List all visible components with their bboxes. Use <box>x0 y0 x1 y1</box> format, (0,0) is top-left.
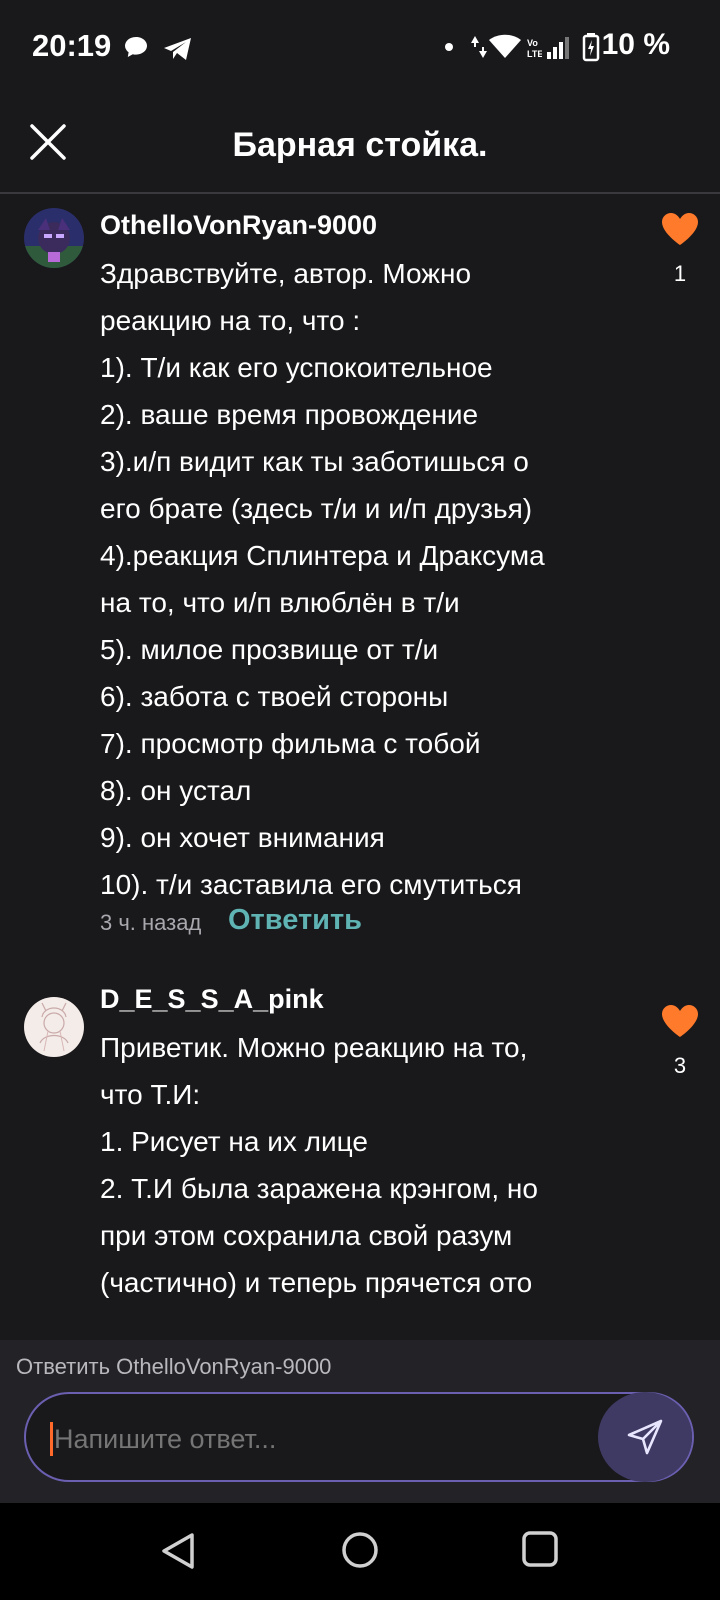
battery-percent: 10 % <box>601 28 670 61</box>
svg-text:LTE: LTE <box>527 49 542 59</box>
comment-author[interactable]: D_E_S_S_A_pink <box>100 984 324 1015</box>
comment-line: 1). Т/и как его успокоительное <box>100 352 493 383</box>
comment-item: OthelloVonRyan-9000 Здравствуйте, автор.… <box>0 192 720 962</box>
comment-line: на то, что и/п влюблён в т/и <box>100 587 460 618</box>
comment-author[interactable]: OthelloVonRyan-9000 <box>100 210 377 241</box>
comment-text: Приветик. Можно реакцию на то, что Т.И: … <box>100 1024 660 1306</box>
chat-bubble-icon <box>125 37 147 57</box>
volte-icon: Vo LTE <box>527 38 542 59</box>
recent-apps-icon[interactable] <box>522 1531 558 1567</box>
page-header: Барная стойка. <box>0 100 720 194</box>
comment-text: Здравствуйте, автор. Можно реакцию на то… <box>100 250 660 908</box>
svg-text:Vo: Vo <box>527 38 538 48</box>
comment-line: 8). он устал <box>100 775 252 806</box>
comment-line: (частично) и теперь прячется ото <box>100 1267 533 1298</box>
comment-line: 3).и/п видит как ты заботишься о <box>100 446 529 477</box>
comment-line: 6). забота с твоей стороны <box>100 681 449 712</box>
like-count: 3 <box>673 1053 687 1078</box>
comment-line: 7). просмотр фильма с тобой <box>100 728 481 759</box>
comment-line: 10). т/и заставила его смутиться <box>100 869 522 900</box>
reply-button[interactable]: Ответить <box>228 904 362 937</box>
wifi-icon <box>489 34 521 58</box>
send-icon <box>627 1419 663 1455</box>
comment-line: 2. Т.И была заражена крэнгом, но <box>100 1173 538 1204</box>
data-arrows-icon <box>471 36 487 58</box>
heart-icon <box>662 1005 698 1037</box>
comment-line: 9). он хочет внимания <box>100 822 385 853</box>
avatar-image <box>24 997 84 1057</box>
status-time: 20:19 <box>32 28 112 63</box>
comment-line: 2). ваше время провождение <box>100 399 479 430</box>
back-icon[interactable] <box>160 1531 196 1571</box>
comment-line: 5). милое прозвище от т/и <box>100 634 439 665</box>
comment-line: 1. Рисует на их лице <box>100 1126 368 1157</box>
comment-line: 4).реакция Сплинтера и Драксума <box>100 540 545 571</box>
reply-target-label: Ответить OthelloVonRyan-9000 <box>16 1354 332 1379</box>
avatar[interactable] <box>24 208 84 268</box>
like-count: 1 <box>673 261 687 286</box>
comment-line: что Т.И: <box>100 1079 201 1110</box>
comment-line: при этом сохранила свой разум <box>100 1220 513 1251</box>
system-navigation-bar <box>0 1503 720 1600</box>
reply-bar: Ответить OthelloVonRyan-9000 <box>0 1340 720 1503</box>
heart-icon <box>662 213 698 245</box>
send-button[interactable] <box>598 1392 692 1482</box>
avatar-image <box>24 208 84 268</box>
like-button[interactable]: 1 <box>660 212 700 287</box>
comment-timestamp: 3 ч. назад <box>100 910 202 935</box>
reply-input-container[interactable] <box>24 1392 694 1482</box>
like-button[interactable]: 3 <box>660 1004 700 1079</box>
comment-line: Приветик. Можно реакцию на то, <box>100 1032 528 1063</box>
comment-line: Здравствуйте, автор. Можно <box>100 258 472 289</box>
text-cursor <box>50 1422 53 1456</box>
status-bar: 20:19 Vo LTE 10 % <box>0 0 720 100</box>
comment-line: его брате (здесь т/и и и/п друзья) <box>100 493 533 524</box>
signal-icon <box>547 37 569 59</box>
avatar[interactable] <box>24 997 84 1057</box>
home-icon[interactable] <box>341 1531 379 1569</box>
battery-icon <box>582 33 600 62</box>
page-title: Барная стойка. <box>232 126 488 164</box>
comment-item: D_E_S_S_A_pink Приветик. Можно реакцию н… <box>0 980 720 1340</box>
reply-input[interactable] <box>54 1424 574 1455</box>
telegram-icon <box>164 38 191 60</box>
dot-icon <box>445 43 453 51</box>
comment-line: реакцию на то, что : <box>100 305 361 336</box>
comments-screen: 20:19 Vo LTE 10 % Барная стойка. Othello… <box>0 0 720 1503</box>
